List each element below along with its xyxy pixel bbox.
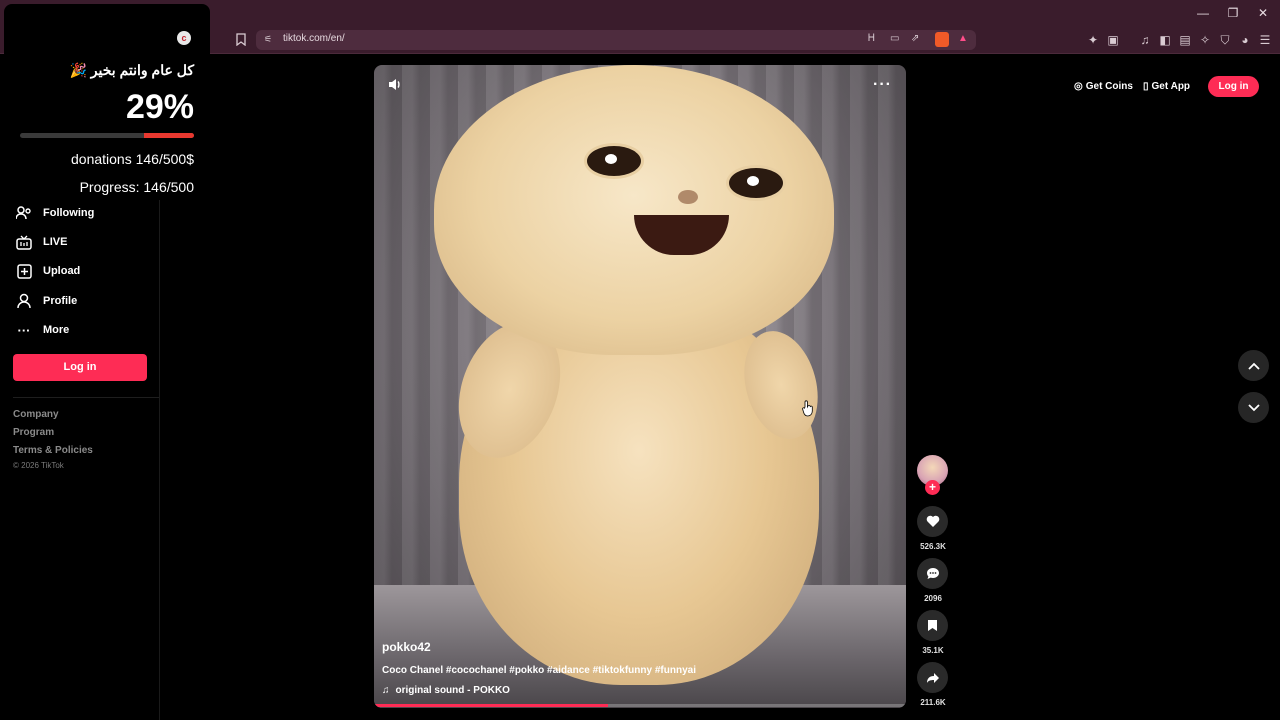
sidebar-item-label: Following	[43, 207, 95, 219]
sidebar-item-following[interactable]: Following	[14, 202, 94, 224]
brave-rewards-icon[interactable]: ▲	[958, 33, 968, 44]
footer-link-terms[interactable]: Terms & Policies	[13, 445, 93, 456]
bookmark-icon[interactable]	[234, 33, 248, 47]
upload-icon	[14, 261, 34, 281]
previous-video-button[interactable]	[1238, 350, 1269, 381]
profile-icon	[14, 291, 34, 311]
copyright: © 2026 TikTok	[13, 461, 64, 470]
save-button[interactable]	[917, 610, 948, 641]
restore-icon[interactable]: ❐	[1218, 4, 1248, 22]
donation-greeting: كل عام وانتم بخير 🎉	[69, 62, 194, 78]
follow-plus-icon[interactable]: +	[925, 480, 940, 495]
video-creature-eye	[584, 143, 644, 179]
donation-progress-fill	[143, 133, 194, 138]
share-arrow-icon	[926, 672, 939, 683]
share-button[interactable]	[917, 662, 948, 693]
sidebar-item-label: Upload	[43, 265, 81, 277]
sidebar-item-label: Profile	[43, 295, 78, 307]
get-app-label: Get App	[1151, 80, 1191, 92]
top-login-button[interactable]: Log in	[1208, 76, 1259, 97]
mouse-cursor-icon	[802, 400, 813, 417]
comment-count: 2096	[924, 594, 942, 603]
comment-icon	[926, 568, 939, 579]
donation-progress-text: Progress: 146/500	[79, 179, 194, 195]
url-text: tiktok.com/en/	[283, 33, 345, 44]
video-author[interactable]: pokko42	[382, 640, 431, 654]
video-music-label: original sound - POKKO	[395, 685, 510, 696]
chevron-down-icon	[1247, 403, 1260, 411]
get-coins-label: Get Coins	[1085, 80, 1133, 92]
phone-icon: ▯	[1143, 80, 1149, 92]
save-count: 35.1K	[922, 646, 944, 655]
get-app-button[interactable]: ▯ Get App	[1143, 77, 1190, 95]
menu-icon[interactable]: ☰	[1258, 33, 1272, 47]
share-count: 211.6K	[920, 698, 946, 707]
brave-shields-icon[interactable]	[935, 32, 949, 47]
vpn-shield-icon[interactable]: ⛉	[1218, 33, 1232, 47]
sidebar-separator	[13, 397, 159, 398]
like-count: 526.3K	[920, 542, 946, 551]
more-icon: ···	[17, 322, 31, 338]
bookmark-fill-icon	[928, 620, 937, 631]
translate-icon[interactable]: Ꮋ	[868, 33, 875, 44]
donation-amount: donations 146/500$	[71, 151, 194, 167]
sidebar-item-label: LIVE	[43, 236, 68, 248]
comment-button[interactable]	[917, 558, 948, 589]
sidebar-item-label: More	[43, 324, 70, 336]
sidebar-item-live[interactable]: LIVE	[14, 231, 67, 253]
video-progress-fill	[374, 704, 609, 707]
music-note-icon: ♫	[382, 685, 390, 696]
coin-icon: ◎	[1074, 80, 1083, 92]
music-icon[interactable]: ♫	[1138, 33, 1152, 47]
sidebar-toggle-icon[interactable]: ◧	[1158, 33, 1172, 47]
donation-widget: c كل عام وانتم بخير 🎉 29% donations 146/…	[4, 4, 210, 199]
live-icon	[14, 232, 34, 252]
sidebar-login-button[interactable]: Log in	[13, 354, 147, 381]
donation-progress-bar	[20, 133, 194, 138]
extensions-icon[interactable]: ✦	[1086, 33, 1100, 47]
site-settings-icon[interactable]: ⚟	[264, 34, 272, 45]
heart-icon	[926, 515, 939, 527]
next-video-button[interactable]	[1238, 392, 1269, 423]
video-creature-mouth	[634, 215, 729, 255]
video-progress-bar[interactable]	[374, 704, 906, 707]
video-creature-nose	[678, 190, 698, 204]
close-icon[interactable]: ✕	[1248, 4, 1278, 22]
following-icon	[14, 203, 34, 223]
share-icon[interactable]: ⇗	[911, 33, 919, 44]
minimize-icon[interactable]: —	[1188, 4, 1218, 22]
volume-icon[interactable]	[388, 78, 402, 94]
footer-link-program[interactable]: Program	[13, 427, 54, 438]
donation-logo-icon: c	[177, 31, 191, 45]
video-player[interactable]: ··· pokko42 Coco Chanel #cocochanel #pok…	[374, 65, 906, 708]
screenshot-icon[interactable]: ▣	[1106, 33, 1120, 47]
chevron-up-icon	[1247, 362, 1260, 370]
like-button[interactable]	[917, 506, 948, 537]
donation-percent: 29%	[125, 88, 194, 126]
video-more-icon[interactable]: ···	[873, 76, 892, 94]
get-coins-button[interactable]: ◎ Get Coins	[1074, 77, 1133, 95]
profile-avatar-icon[interactable]: ◕	[1238, 33, 1252, 47]
cast-icon[interactable]: ▭	[890, 33, 899, 44]
address-bar[interactable]: ⚟ tiktok.com/en/ Ꮋ ▭ ⇗ ▲	[256, 30, 976, 50]
video-creature-head	[434, 65, 834, 355]
sidebar-item-upload[interactable]: Upload	[14, 260, 80, 282]
sidebar-item-profile[interactable]: Profile	[14, 290, 77, 312]
sidebar-item-more[interactable]: ··· More	[14, 319, 70, 341]
video-creature-eye	[726, 165, 786, 201]
top-actions: ◎ Get Coins ▯ Get App Log in	[1066, 72, 1262, 100]
wallet-icon[interactable]: ▤	[1178, 33, 1192, 47]
footer-link-company[interactable]: Company	[13, 409, 59, 420]
ai-assistant-icon[interactable]: ✧	[1198, 33, 1212, 47]
video-music[interactable]: ♫ original sound - POKKO	[382, 685, 510, 696]
video-description: Coco Chanel #cocochanel #pokko #aidance …	[382, 665, 696, 676]
sidebar-divider	[159, 200, 160, 720]
